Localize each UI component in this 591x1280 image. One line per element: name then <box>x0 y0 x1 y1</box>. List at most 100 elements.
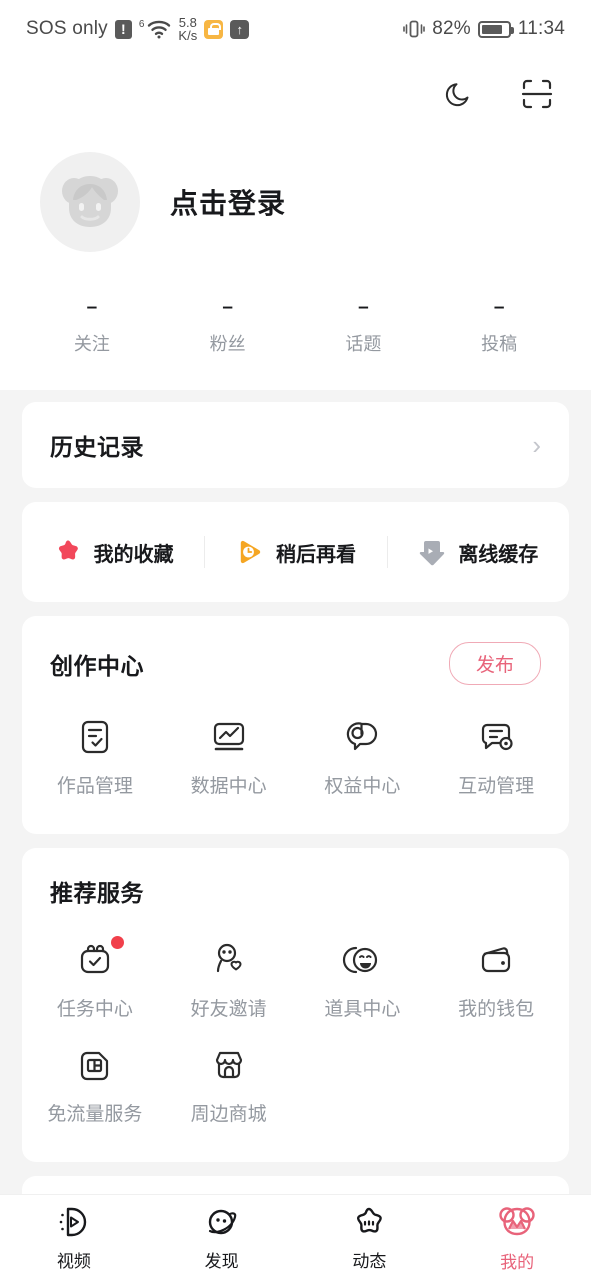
alert-icon: ! <box>114 19 132 39</box>
service-item-label: 道具中心 <box>324 999 401 1020</box>
avatar[interactable] <box>40 152 140 252</box>
service-item-label: 我的钱包 <box>458 999 535 1020</box>
creation-item-label: 数据中心 <box>190 776 267 797</box>
tab-label: 动态 <box>352 1251 387 1271</box>
stat-value: – <box>222 297 233 318</box>
quick-action-favorites[interactable]: 我的收藏 <box>22 537 204 567</box>
service-item-wallet[interactable]: 我的钱包 <box>429 926 563 1031</box>
service-item-label: 免流量服务 <box>47 1104 143 1125</box>
wallet-icon <box>476 940 516 980</box>
stat-submissions[interactable]: – 投稿 <box>431 296 567 356</box>
tab-profile[interactable]: 我的 <box>443 1195 591 1280</box>
upload-icon: ↑ <box>230 19 250 39</box>
stat-value: – <box>358 297 369 318</box>
history-title: 历史记录 <box>50 434 144 460</box>
quick-action-watch-later[interactable]: 稍后再看 <box>204 537 386 567</box>
status-bar: SOS only ! 6 5.8 K/s ↑ 82% 11:34 <box>0 0 591 58</box>
service-item-free-data[interactable]: 免流量服务 <box>28 1031 162 1136</box>
planet-icon <box>204 1204 240 1240</box>
creation-center-grid: 作品管理 数据中心 权益中心 互动管理 <box>22 685 569 834</box>
network-gen-label: 6 <box>138 19 145 30</box>
carrier-label: SOS only <box>26 18 108 39</box>
creation-item-data-center[interactable]: 数据中心 <box>162 703 296 808</box>
profile-header[interactable]: 点击登录 <box>0 130 591 252</box>
creation-item-interaction-management[interactable]: 互动管理 <box>429 703 563 808</box>
service-item-label: 周边商城 <box>190 1104 267 1125</box>
stat-following[interactable]: – 关注 <box>24 296 160 356</box>
shop-icon <box>209 1045 249 1085</box>
creation-center-title: 创作中心 <box>50 652 144 679</box>
stat-value: – <box>86 297 98 318</box>
battery-icon <box>477 20 514 38</box>
sim-card-icon <box>75 1045 115 1085</box>
recommended-services-grid: 任务中心 好友邀请 道具中心 我的钱包 免流量服务 周边商城 <box>22 908 569 1162</box>
watch-later-icon <box>235 537 265 567</box>
tab-discover[interactable]: 发现 <box>148 1195 296 1280</box>
battery-percent-label: 82% <box>432 18 471 39</box>
profile-stats: – 关注 – 粉丝 – 话题 – 投稿 <box>0 252 591 390</box>
tab-moments[interactable]: 动态 <box>296 1195 444 1280</box>
scan-button[interactable] <box>515 72 559 116</box>
interaction-icon <box>476 717 516 757</box>
creation-item-label: 互动管理 <box>458 776 535 797</box>
quick-action-label: 离线缓存 <box>458 543 539 566</box>
document-check-icon <box>75 717 115 757</box>
creation-center-card: 创作中心 发布 作品管理 数据中心 权益中心 互动管理 <box>22 616 569 834</box>
service-item-task-center[interactable]: 任务中心 <box>28 926 162 1031</box>
stat-label: 话题 <box>345 334 382 354</box>
recommended-services-title: 推荐服务 <box>50 880 144 906</box>
status-bar-right: 82% 11:34 <box>403 18 565 40</box>
quick-actions-card: 我的收藏 稍后再看 离线缓存 <box>22 502 569 602</box>
top-action-bar <box>0 58 591 130</box>
creation-item-label: 权益中心 <box>324 776 401 797</box>
net-speed: 5.8 K/s <box>178 16 197 42</box>
quick-action-label: 稍后再看 <box>275 543 356 566</box>
star-icon <box>53 537 83 567</box>
history-card[interactable]: 历史记录 › <box>22 402 569 488</box>
net-speed-unit: K/s <box>178 28 198 43</box>
download-icon <box>417 537 447 567</box>
stat-value: – <box>493 297 505 318</box>
history-row[interactable]: 历史记录 › <box>22 402 569 488</box>
service-item-props-center[interactable]: 道具中心 <box>296 926 430 1031</box>
wifi-icon <box>147 19 171 39</box>
star-moments-icon <box>351 1204 387 1240</box>
creation-item-rights-center[interactable]: 权益中心 <box>296 703 430 808</box>
scroll-content[interactable]: 历史记录 › 我的收藏 稍后再看 离线缓存 创作中心 发布 作品管理 数据中心 … <box>0 402 591 1280</box>
service-item-label: 好友邀请 <box>190 999 267 1020</box>
publish-button[interactable]: 发布 <box>448 642 541 685</box>
clock-label: 11:34 <box>517 18 565 39</box>
props-icon <box>342 940 382 980</box>
vibrate-icon <box>403 19 426 39</box>
rights-icon <box>342 717 382 757</box>
notification-badge-dot <box>110 936 124 949</box>
tab-label: 发现 <box>204 1251 239 1271</box>
video-icon <box>56 1204 92 1240</box>
bottom-tab-bar: 视频 发现 动态 我的 <box>0 1194 591 1280</box>
quick-action-label: 我的收藏 <box>93 543 174 566</box>
tab-label: 我的 <box>500 1252 535 1272</box>
service-item-shop[interactable]: 周边商城 <box>162 1031 296 1136</box>
lock-icon <box>204 19 224 39</box>
tab-label: 视频 <box>56 1251 91 1271</box>
stat-fans[interactable]: – 粉丝 <box>160 296 296 356</box>
app-screen: SOS only ! 6 5.8 K/s ↑ 82% 11:34 点击登录 – … <box>0 0 591 1280</box>
creation-center-header: 创作中心 发布 <box>22 616 569 685</box>
bear-profile-icon <box>498 1203 536 1241</box>
stat-label: 粉丝 <box>209 334 246 354</box>
tab-video[interactable]: 视频 <box>0 1195 148 1280</box>
stat-label: 投稿 <box>481 334 518 354</box>
creation-item-works-management[interactable]: 作品管理 <box>28 703 162 808</box>
dark-mode-button[interactable] <box>437 72 481 116</box>
stat-topics[interactable]: – 话题 <box>296 296 432 356</box>
login-prompt-label[interactable]: 点击登录 <box>170 182 286 222</box>
recommended-services-card: 推荐服务 任务中心 好友邀请 道具中心 我的钱包 免流量服务 周边商城 <box>22 848 569 1162</box>
service-item-invite-friends[interactable]: 好友邀请 <box>162 926 296 1031</box>
scan-icon <box>519 76 555 112</box>
quick-action-offline-cache[interactable]: 离线缓存 <box>387 537 569 567</box>
chart-icon <box>209 717 249 757</box>
recommended-services-header: 推荐服务 <box>22 848 569 908</box>
creation-item-label: 作品管理 <box>56 776 133 797</box>
chevron-right-icon[interactable]: › <box>532 432 541 458</box>
